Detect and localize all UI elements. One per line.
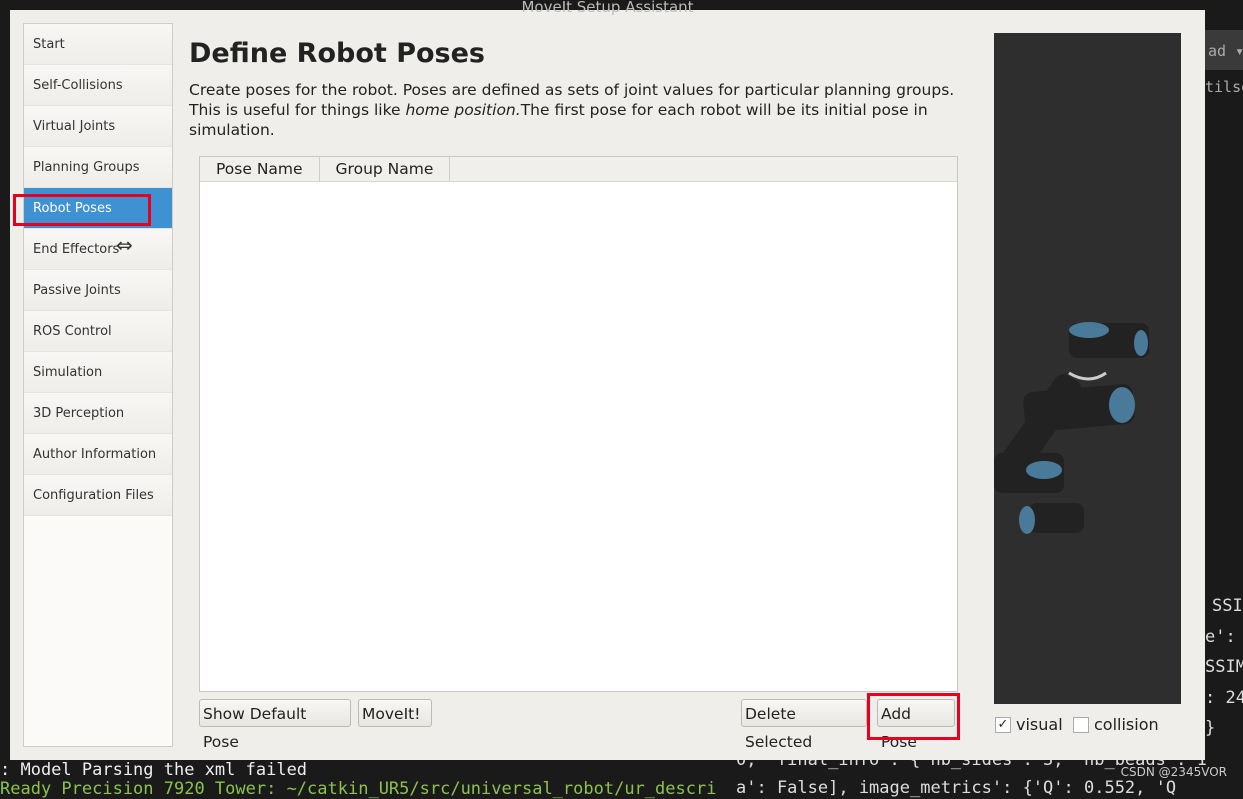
sidebar-item-simulation[interactable]: Simulation bbox=[24, 352, 172, 393]
page-title: Define Robot Poses bbox=[189, 38, 485, 69]
collision-checkbox[interactable] bbox=[1073, 717, 1089, 733]
highlight-box bbox=[867, 693, 960, 740]
sidebar-item-self-collisions[interactable]: Self-Collisions bbox=[24, 65, 172, 106]
watermark: CSDN @2345VOR bbox=[1120, 765, 1227, 779]
collision-label: collision bbox=[1094, 715, 1159, 734]
page-description: Create poses for the robot. Poses are de… bbox=[189, 80, 969, 140]
sidebar-item-configuration-files[interactable]: Configuration Files bbox=[24, 475, 172, 516]
terminal-text: SSIM bbox=[1205, 657, 1243, 677]
sidebar-item-planning-groups[interactable]: Planning Groups bbox=[24, 147, 172, 188]
terminal-text: SSI bbox=[1212, 596, 1243, 616]
terminal-line: : Model Parsing the xml failed bbox=[0, 760, 308, 780]
column-pose-name[interactable]: Pose Name bbox=[200, 157, 320, 181]
terminal-text: tilset bbox=[1205, 78, 1243, 96]
description-emphasis: home position. bbox=[405, 101, 521, 119]
terminal-text: e': bbox=[1205, 627, 1236, 647]
setup-assistant-window: MoveIt Setup Assistant Start Self-Collis… bbox=[10, 0, 1205, 760]
terminal-text: : 24 bbox=[1205, 688, 1243, 708]
column-group-name[interactable]: Group Name bbox=[320, 157, 451, 181]
sidebar-item-passive-joints[interactable]: Passive Joints bbox=[24, 270, 172, 311]
table-header: Pose Name Group Name bbox=[200, 157, 957, 182]
moveit-button[interactable]: MoveIt! bbox=[358, 699, 432, 727]
sidebar-item-author-information[interactable]: Author Information bbox=[24, 434, 172, 475]
sidebar-item-ros-control[interactable]: ROS Control bbox=[24, 311, 172, 352]
terminal-text: a': False], image_metrics': {'Q': 0.552,… bbox=[736, 778, 1177, 798]
robot-arm-model bbox=[994, 322, 1149, 534]
sidebar-item-start[interactable]: Start bbox=[24, 24, 172, 65]
window-title: MoveIt Setup Assistant bbox=[521, 0, 694, 16]
sidebar-item-3d-perception[interactable]: 3D Perception bbox=[24, 393, 172, 434]
poses-table[interactable]: Pose Name Group Name bbox=[199, 156, 958, 692]
terminal-text: } bbox=[1205, 718, 1216, 738]
visual-checkbox[interactable]: ✓ bbox=[995, 717, 1011, 733]
sidebar: Start Self-Collisions Virtual Joints Pla… bbox=[23, 23, 173, 747]
resize-cursor-icon: ⇔ bbox=[116, 233, 133, 257]
highlight-box bbox=[13, 194, 151, 226]
delete-selected-button[interactable]: Delete Selected bbox=[741, 699, 867, 751]
terminal-line: Ready Precision 7920 Tower: ~/catkin_UR5… bbox=[0, 779, 717, 799]
visual-label: visual bbox=[1016, 715, 1063, 734]
sidebar-item-end-effectors[interactable]: End Effectors bbox=[24, 229, 172, 270]
show-default-pose-button[interactable]: Show Default Pose bbox=[199, 699, 351, 751]
robot-3d-viewer[interactable] bbox=[994, 33, 1181, 704]
sidebar-item-virtual-joints[interactable]: Virtual Joints bbox=[24, 106, 172, 147]
terminal-text: ad ▾ bbox=[1208, 42, 1243, 60]
